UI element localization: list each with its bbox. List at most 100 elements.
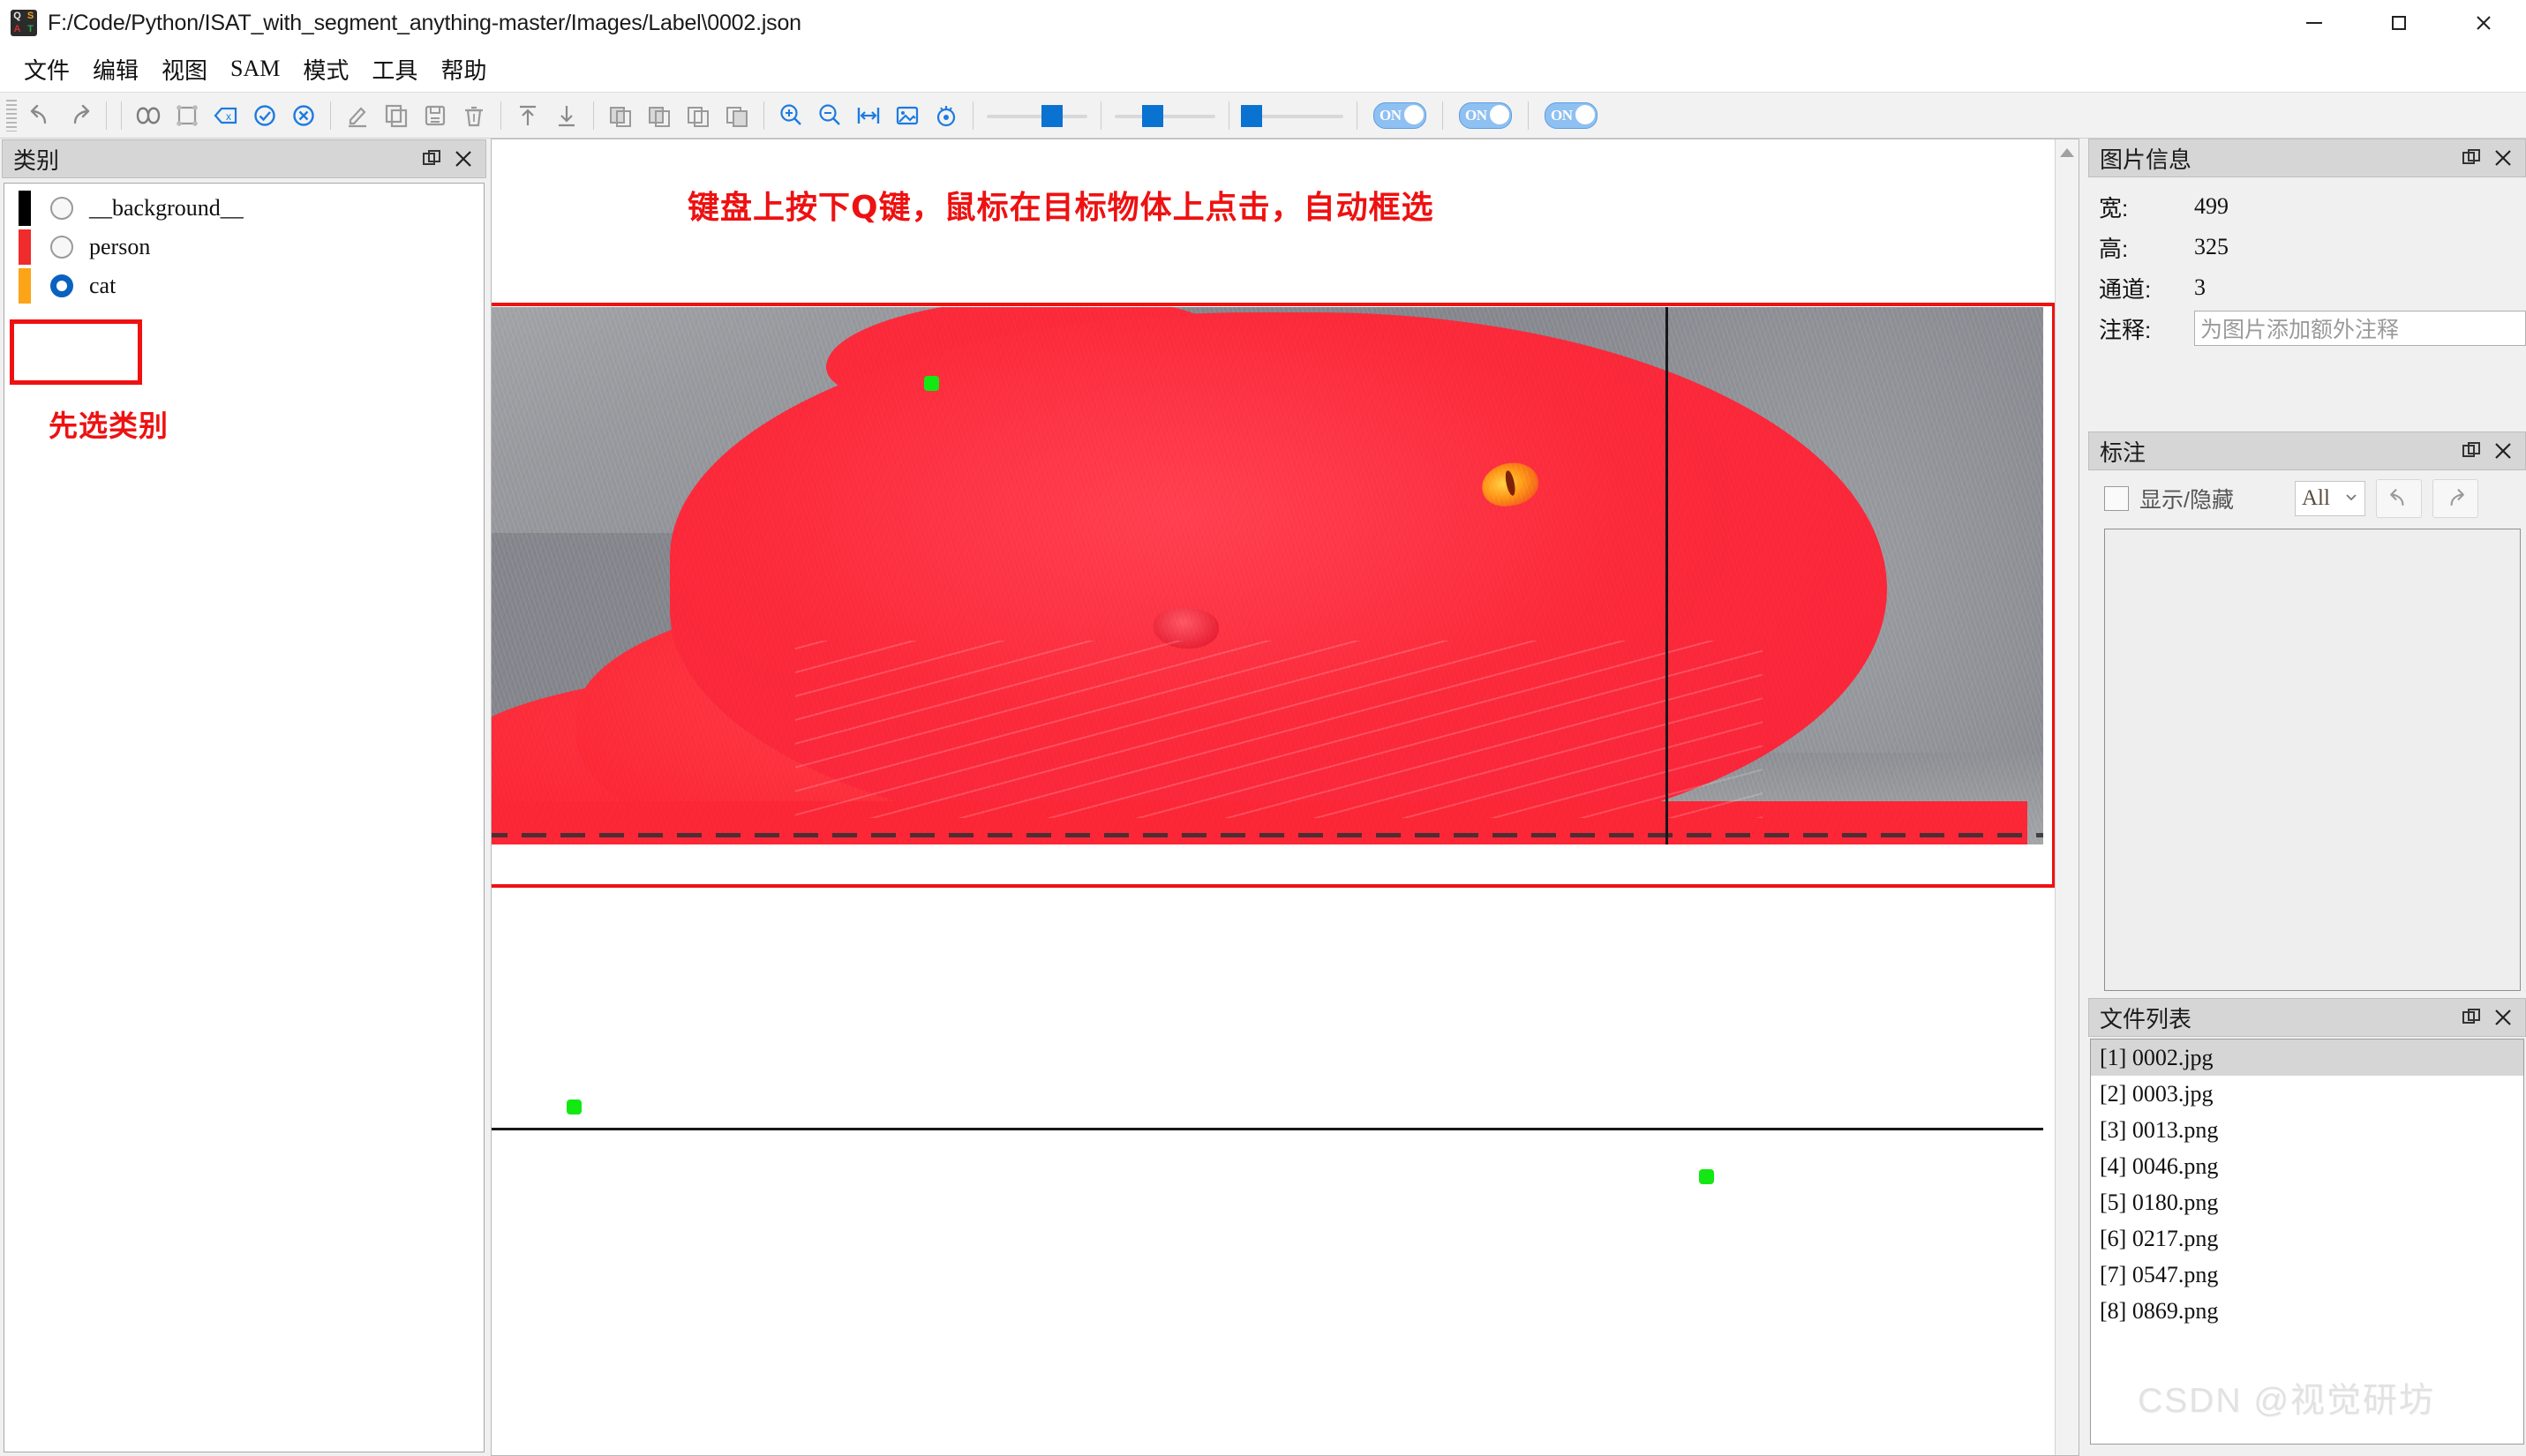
toggle-sam[interactable]: ON: [1373, 101, 1426, 129]
info-value-channels: 3: [2194, 274, 2206, 300]
fit-window-icon[interactable]: [888, 96, 927, 135]
annotation-undo-button[interactable]: [2376, 479, 2422, 518]
show-hide-checkbox[interactable]: [2104, 486, 2129, 511]
annotation-note-select-category: 先选类别: [49, 409, 169, 443]
close-icon[interactable]: [2492, 1006, 2515, 1029]
info-key-note: 注释:: [2099, 316, 2152, 343]
delete-icon[interactable]: [455, 96, 493, 135]
menu-view[interactable]: 视图: [150, 51, 219, 87]
reject-icon[interactable]: [284, 96, 323, 135]
category-radio[interactable]: [50, 197, 73, 220]
close-icon[interactable]: [2492, 146, 2515, 169]
close-button[interactable]: [2441, 0, 2526, 46]
undo-icon[interactable]: [21, 96, 60, 135]
category-panel-header: 类别: [2, 139, 486, 178]
layer-a-icon[interactable]: [601, 96, 640, 135]
menu-file[interactable]: 文件: [12, 51, 81, 87]
zoom-out-icon[interactable]: [810, 96, 849, 135]
toggle-mask[interactable]: ON: [1545, 101, 1598, 129]
annotation-list[interactable]: [2104, 529, 2521, 991]
toolbar-grip[interactable]: [6, 99, 17, 131]
toggle-bbox-label: ON: [1465, 106, 1487, 124]
category-radio[interactable]: [50, 236, 73, 259]
file-list-item[interactable]: [7] 0547.png: [2091, 1257, 2523, 1293]
info-row-width: 宽: 499: [2099, 186, 2526, 227]
file-list-item[interactable]: [4] 0046.png: [2091, 1148, 2523, 1184]
image-note-input[interactable]: 为图片添加额外注释: [2194, 311, 2526, 346]
annotation-highlight-box: [10, 319, 142, 385]
maximize-button[interactable]: [2357, 0, 2441, 46]
annotation-filter-select[interactable]: All: [2295, 481, 2365, 516]
close-icon[interactable]: [2492, 439, 2515, 462]
toolbar-separator: [330, 101, 331, 130]
image-canvas[interactable]: 键盘上按下Q键，鼠标在目标物体上点击，自动框选: [491, 139, 2079, 1456]
contour-width-slider[interactable]: [1239, 98, 1347, 133]
polygon-icon[interactable]: [129, 96, 168, 135]
cancel-tag-icon[interactable]: x: [207, 96, 245, 135]
redo-icon[interactable]: [60, 96, 99, 135]
file-list-item[interactable]: [8] 0869.png: [2091, 1293, 2523, 1329]
file-list-item[interactable]: [5] 0180.png: [2091, 1184, 2523, 1220]
prompt-point-2[interactable]: [567, 1100, 582, 1115]
menu-tools[interactable]: 工具: [360, 51, 429, 87]
edit-icon[interactable]: [338, 96, 377, 135]
copy-icon[interactable]: [377, 96, 416, 135]
visibility-icon[interactable]: [927, 96, 966, 135]
fit-width-icon[interactable]: [849, 96, 888, 135]
annotation-filter-value: All: [2302, 486, 2330, 510]
info-key: 宽:: [2099, 194, 2129, 221]
bounding-box[interactable]: [492, 303, 2056, 888]
bbox-icon[interactable]: [168, 96, 207, 135]
category-item-background[interactable]: __background__: [4, 189, 484, 228]
file-list-item[interactable]: [3] 0013.png: [2091, 1112, 2523, 1148]
file-list-item[interactable]: [1] 0002.jpg: [2091, 1039, 2523, 1076]
float-icon[interactable]: [2460, 1006, 2483, 1029]
file-list-item[interactable]: [6] 0217.png: [2091, 1220, 2523, 1257]
menu-edit[interactable]: 编辑: [81, 51, 150, 87]
info-value-width: 499: [2194, 193, 2229, 219]
toolbar-separator: [593, 101, 594, 130]
info-row-note: 注释: 为图片添加额外注释: [2099, 308, 2526, 349]
category-item-person[interactable]: person: [4, 228, 484, 266]
annotation-panel-title: 标注: [2100, 439, 2146, 466]
mask-alpha-slider[interactable]: [983, 98, 1091, 133]
to-bottom-icon[interactable]: [547, 96, 586, 135]
toggle-bbox[interactable]: ON: [1459, 101, 1512, 129]
category-label: cat: [89, 273, 117, 298]
confirm-icon[interactable]: [245, 96, 284, 135]
minimize-button[interactable]: [2272, 0, 2357, 46]
category-list[interactable]: __background__ person cat 先选类别: [4, 183, 485, 1452]
layer-b-icon[interactable]: [640, 96, 679, 135]
float-icon[interactable]: [2460, 146, 2483, 169]
annotation-panel: 标注 显示/隐藏 All: [2088, 432, 2526, 996]
color-swatch: [19, 229, 31, 265]
file-list-item[interactable]: [2] 0003.jpg: [2091, 1076, 2523, 1112]
scroll-up-arrow[interactable]: [2060, 148, 2074, 157]
float-icon[interactable]: [2460, 439, 2483, 462]
layer-c-icon[interactable]: [679, 96, 718, 135]
save-icon[interactable]: [416, 96, 455, 135]
toolbar-separator: [500, 101, 501, 130]
csdn-watermark: CSDN @视觉研坊: [2138, 1382, 2435, 1420]
menu-help[interactable]: 帮助: [429, 51, 498, 87]
isat-application-window: QSAT F:/Code/Python/ISAT_with_segment_an…: [0, 0, 2526, 1456]
menu-sam[interactable]: SAM: [219, 54, 291, 84]
float-icon[interactable]: [420, 147, 443, 170]
svg-text:x: x: [226, 110, 231, 123]
menu-bar: 文件 编辑 视图 SAM 模式 工具 帮助: [0, 46, 2526, 92]
menu-mode[interactable]: 模式: [291, 51, 360, 87]
category-radio-selected[interactable]: [50, 274, 73, 297]
prompt-point-3[interactable]: [1699, 1169, 1714, 1184]
vertical-scrollbar[interactable]: [2055, 139, 2079, 1455]
vertex-size-slider[interactable]: [1111, 98, 1219, 133]
chevron-down-icon: [2344, 490, 2358, 508]
close-icon[interactable]: [452, 147, 475, 170]
category-panel: 类别 __background__ person cat 先选类别: [0, 139, 488, 1456]
zoom-in-icon[interactable]: [771, 96, 810, 135]
annotation-controls: 显示/隐藏 All: [2088, 474, 2526, 523]
annotation-redo-button[interactable]: [2432, 479, 2478, 518]
layer-d-icon[interactable]: [718, 96, 756, 135]
prompt-point-1[interactable]: [924, 376, 939, 391]
to-top-icon[interactable]: [508, 96, 547, 135]
category-item-cat[interactable]: cat: [4, 266, 484, 305]
